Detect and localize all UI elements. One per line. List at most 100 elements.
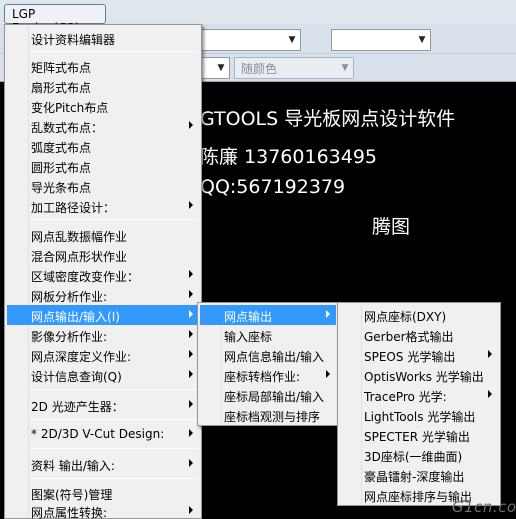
menu-item-label: 网点座标(DXY) (364, 310, 447, 324)
menu-item-random-layout[interactable]: 乱数式布点： (7, 116, 199, 136)
submenu-arrow-icon (189, 350, 193, 358)
menu-item-label: SPEOS 光学输出 (364, 350, 456, 364)
menu-item-label: 网点输出/输入(I) (31, 310, 120, 324)
menu-item-gerber-output[interactable]: Gerber格式输出 (340, 325, 498, 345)
menu-item-label: 网板分析作业: (31, 290, 108, 304)
menu-item-image-analysis[interactable]: 影像分析作业: (7, 325, 199, 345)
canvas-contact: 陈廉 13760163495 (200, 146, 378, 168)
menu-item-label: 设计信息查询(Q) (31, 370, 122, 384)
menu-item-label: 矩阵式布点 (31, 61, 92, 75)
watermark: G1cn.com (452, 498, 516, 516)
menu-item-label: 加工路径设计： (31, 201, 116, 215)
menu-item-plate-analysis[interactable]: 网板分析作业: (7, 285, 199, 305)
menu-item-label: LightTools 光学输出 (364, 410, 476, 424)
menu-item-specter-output[interactable]: SPECTER 光学输出 (340, 425, 498, 445)
menu-item-label: TracePro 光学: (364, 390, 447, 404)
menu-item-optisworks-output[interactable]: OptisWorks 光学输出 (340, 365, 498, 385)
submenu-arrow-icon (488, 350, 492, 358)
menu-item-label: 混合网点形状作业 (31, 250, 128, 264)
submenu-arrow-icon (189, 121, 193, 129)
chevron-down-icon[interactable]: ▼ (284, 30, 300, 50)
menu-item-circle-layout[interactable]: 圆形式布点 (7, 156, 199, 176)
menu-item-label: 导光条布点 (31, 181, 92, 195)
menu-item-pattern-manage[interactable]: 图案(符号)管理 (7, 483, 199, 503)
menu-item-label: 网点输出 (224, 310, 273, 324)
menu-separator (31, 478, 197, 479)
menu-item-coord-partial-io[interactable]: 座标局部输出/输入 (200, 385, 336, 405)
menu-item-label: 座标档观测与排序 (224, 410, 321, 424)
chevron-down-icon[interactable]: ▼ (337, 58, 353, 78)
menu-item-dot-info-io[interactable]: 网点信息输出/输入 (200, 345, 336, 365)
submenu-arrow-icon (326, 370, 330, 378)
menu-item-variable-pitch-layout[interactable]: 变化Pitch布点 (7, 96, 199, 116)
menu-item-label: 变化Pitch布点 (31, 101, 109, 115)
menu-item-label: 扇形式布点 (31, 81, 92, 95)
menu-item-speos-output[interactable]: SPEOS 光学输出 (340, 345, 498, 365)
menu-item-vcut-design[interactable]: * 2D/3D V-Cut Design: (7, 424, 199, 444)
menu-item-lighttools-output[interactable]: LightTools 光学输出 (340, 405, 498, 425)
menu-item-laser-depth-output[interactable]: 豪晶镭射-深度输出 (340, 465, 498, 485)
menu-item-mixed-shape[interactable]: 混合网点形状作业 (7, 245, 199, 265)
linetype-combo[interactable]: ▼ (198, 57, 230, 79)
menu-item-label: 区域密度改变作业： (31, 270, 140, 284)
menu-item-label: SPECTER 光学输出 (364, 430, 470, 444)
color-combo[interactable]: 随颜色 ▼ (234, 57, 354, 79)
menu-item-label: 设计资料编辑器 (31, 33, 116, 47)
menu-item-dot-io[interactable]: 网点输出/输入(I) (7, 305, 199, 325)
menu-item-matrix-layout[interactable]: 矩阵式布点 (7, 56, 199, 76)
menu-item-label: 输入座标 (224, 330, 273, 344)
menu-item-label: 座标局部输出/输入 (224, 390, 325, 404)
menu-item-density-change[interactable]: 区域密度改变作业： (7, 265, 199, 285)
menu-item-label: 座标转档作业: (224, 370, 301, 384)
dot-output-submenu: 网点座标(DXY) Gerber格式输出 SPEOS 光学输出 OptisWor… (337, 302, 501, 506)
menu-item-dot-attr-convert[interactable]: 网点属性转换: (7, 501, 199, 519)
submenu-arrow-icon (326, 310, 330, 318)
submenu-arrow-icon (189, 330, 193, 338)
layer-combo[interactable]: ▼ (198, 29, 301, 51)
menu-item-dot-output[interactable]: 网点输出 (200, 305, 336, 325)
menu-separator (31, 51, 197, 52)
menu-item-label: 豪晶镭射-深度输出 (364, 470, 465, 484)
menu-lgp-design[interactable]: LGP Design(G2) (4, 4, 106, 35)
menu-item-dot-depth[interactable]: 网点深度定义作业: (7, 345, 199, 365)
menu-item-label: OptisWorks 光学输出 (364, 370, 484, 384)
menu-item-data-io[interactable]: 资料 输出/输入: (7, 454, 199, 474)
menu-item-label: Gerber格式输出 (364, 330, 454, 344)
menu-item-light-bar-layout[interactable]: 导光条布点 (7, 176, 199, 196)
menu-item-machining-path[interactable]: 加工路径设计： (7, 196, 199, 216)
menu-separator (31, 419, 197, 420)
menu-item-3d-coords[interactable]: 3D座标(一维曲面) (340, 445, 498, 465)
chevron-down-icon[interactable]: ▼ (213, 58, 229, 78)
menu-item-design-info-query[interactable]: 设计信息查询(Q) (7, 365, 199, 385)
lgp-design-menu: 设计资料编辑器 矩阵式布点 扇形式布点 变化Pitch布点 乱数式布点： 弧度式… (4, 24, 202, 519)
canvas-brand: 腾图 (372, 216, 411, 238)
submenu-arrow-icon (189, 429, 193, 437)
menu-item-input-coords[interactable]: 输入座标 (200, 325, 336, 345)
menu-item-design-data-editor[interactable]: 设计资料编辑器 (7, 28, 199, 48)
menu-item-label: 网点信息输出/输入 (224, 350, 325, 364)
submenu-arrow-icon (189, 270, 193, 278)
menu-item-fan-layout[interactable]: 扇形式布点 (7, 76, 199, 96)
style-combo[interactable]: ▼ (331, 29, 431, 51)
menu-item-dot-coords-dxy[interactable]: 网点座标(DXY) (340, 305, 498, 325)
menu-item-label: 资料 输出/输入: (31, 459, 115, 473)
menu-item-coord-convert[interactable]: 座标转档作业: (200, 365, 336, 385)
submenu-arrow-icon (189, 201, 193, 209)
menu-item-2d-light-trace[interactable]: 2D 光迹产生器： (7, 395, 199, 415)
submenu-arrow-icon (189, 290, 193, 298)
menu-item-arc-layout[interactable]: 弧度式布点 (7, 136, 199, 156)
submenu-arrow-icon (488, 390, 492, 398)
menu-item-label: 3D座标(一维曲面) (364, 450, 463, 464)
submenu-arrow-icon (189, 506, 193, 514)
menu-item-random-amplitude[interactable]: 网点乱数振幅作业 (7, 225, 199, 245)
canvas-qq: QQ:567192379 (200, 176, 346, 198)
color-combo-value: 随颜色 (241, 62, 278, 76)
menu-item-label: 影像分析作业: (31, 330, 108, 344)
menu-item-coord-view-sort[interactable]: 座标档观测与排序 (200, 405, 336, 425)
submenu-arrow-icon (189, 459, 193, 467)
submenu-arrow-icon (189, 310, 193, 318)
chevron-down-icon[interactable]: ▼ (414, 30, 430, 50)
menu-separator (31, 219, 197, 220)
menu-item-tracepro[interactable]: TracePro 光学: (340, 385, 498, 405)
submenu-arrow-icon (189, 370, 193, 378)
